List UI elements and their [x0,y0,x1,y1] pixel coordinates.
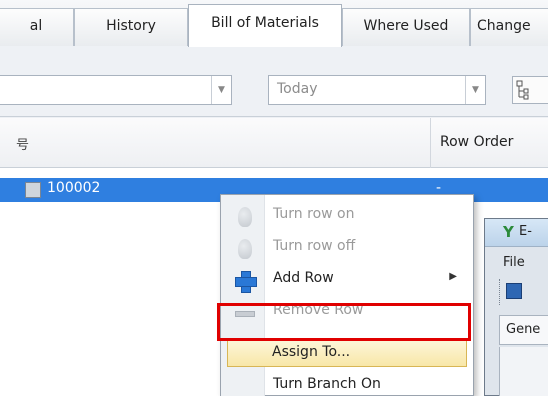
tree-structure-icon [516,80,529,100]
context-menu: Turn row on Turn row off Add Row ▶ Remov… [220,194,474,396]
menu-item-label: Add Row [273,270,334,286]
plm-window: al History Bill of Materials Where Used … [0,0,548,396]
menu-item-label: Assign To... [272,344,351,360]
tree-structure-button[interactable] [512,76,548,104]
plus-icon [235,271,257,293]
chevron-down-icon[interactable]: ▼ [465,76,485,104]
chevron-down-icon[interactable]: ▼ [211,76,231,104]
tab-change[interactable]: Change [470,8,548,46]
submenu-arrow-icon: ▶ [449,271,457,282]
editor-dialog: Y E- File Gene [484,218,548,396]
app-logo-icon: Y [503,223,514,241]
menu-item-label: Turn row on [273,206,355,222]
menu-item-turn-branch-on[interactable]: Turn Branch On [221,371,473,396]
menu-file[interactable]: File [503,255,525,270]
lightbulb-icon [238,207,252,227]
date-select-value: Today [277,81,318,97]
save-icon[interactable] [506,283,522,299]
column-divider[interactable] [430,118,431,168]
lightbulb-icon [238,239,252,259]
column-header-number[interactable]: 号 [16,134,29,153]
dialog-title: E- [519,224,532,239]
row-item-number: 100002 [47,180,101,196]
dialog-body [499,347,548,396]
tab-where-used[interactable]: Where Used [342,8,470,46]
tab-general[interactable]: al [0,8,74,46]
tab-history[interactable]: History [74,8,188,46]
highlight-annotation [217,303,471,341]
tab-bill-of-materials[interactable]: Bill of Materials [188,4,342,47]
expand-icon[interactable] [25,182,41,198]
dialog-toolbar [499,279,548,305]
menu-item-turn-row-on[interactable]: Turn row on [221,201,473,233]
dialog-title-bar[interactable]: Y E- [485,219,548,247]
filter-bar: ▼ Today ▼ [0,47,548,117]
date-select[interactable]: Today ▼ [268,75,486,105]
tab-bar: al History Bill of Materials Where Used … [0,0,548,47]
menu-item-assign-to[interactable]: Assign To... [227,339,467,367]
menu-item-label: Turn Branch On [273,376,381,392]
view-select[interactable]: ▼ [0,75,232,105]
grid-header: 号 Row Order [0,118,548,168]
column-header-row-order[interactable]: Row Order [440,134,513,150]
dialog-tab-general[interactable]: Gene [499,315,548,345]
menu-item-add-row[interactable]: Add Row ▶ [221,265,473,297]
menu-item-turn-row-off[interactable]: Turn row off [221,233,473,265]
menu-item-label: Turn row off [273,238,356,254]
